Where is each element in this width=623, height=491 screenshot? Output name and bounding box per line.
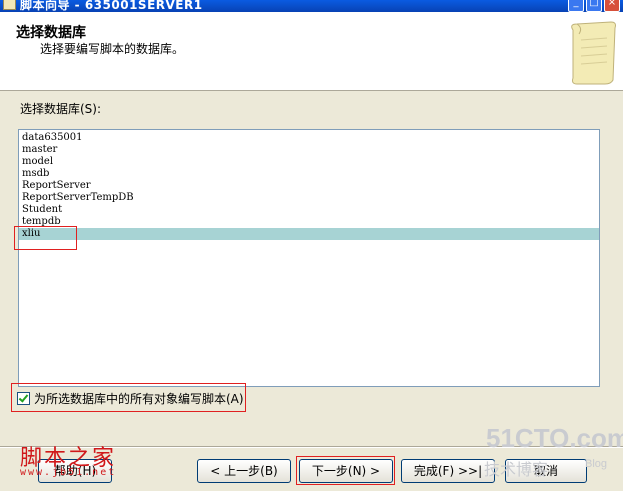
highlight-next-button <box>296 456 395 485</box>
highlight-selected-db <box>14 226 77 250</box>
page-title: 选择数据库 <box>16 25 86 41</box>
list-item[interactable]: msdb <box>19 168 599 180</box>
list-item-selected[interactable]: xliu <box>19 228 599 240</box>
close-button[interactable]: × <box>604 0 620 12</box>
wizard-header: 选择数据库 选择要编写脚本的数据库。 <box>0 12 623 91</box>
script-scroll-icon <box>571 21 616 85</box>
maximize-button[interactable]: □ <box>586 0 602 12</box>
list-item[interactable]: data635001 <box>19 132 599 144</box>
finish-button[interactable]: 完成(F) >>| <box>401 459 495 483</box>
list-item[interactable]: model <box>19 156 599 168</box>
site-watermark-url: www.jb51.net <box>20 467 117 478</box>
back-button[interactable]: < 上一步(B) <box>197 459 291 483</box>
database-listbox[interactable]: data635001 master model msdb ReportServe… <box>18 129 600 387</box>
list-item[interactable]: ReportServer <box>19 180 599 192</box>
title-bar: 脚本向导 - 635001SERVER1 _ □ × <box>0 0 623 12</box>
minimize-button[interactable]: _ <box>568 0 584 12</box>
list-item[interactable]: Student <box>19 204 599 216</box>
blog-watermark-tag: Blog <box>585 458 608 470</box>
list-item[interactable]: tempdb <box>19 216 599 228</box>
page-subtitle: 选择要编写脚本的数据库。 <box>40 42 185 56</box>
list-item[interactable]: ReportServerTempDB <box>19 192 599 204</box>
wizard-app-icon <box>3 0 16 10</box>
list-item[interactable]: master <box>19 144 599 156</box>
highlight-checkbox <box>11 383 246 412</box>
database-list-label: 选择数据库(S): <box>20 102 102 116</box>
blog-watermark: 51CTO.com <box>486 423 623 453</box>
window-title: 脚本向导 - 635001SERVER1 <box>20 0 203 12</box>
blog-watermark-sub: 技术博客 <box>484 462 549 479</box>
